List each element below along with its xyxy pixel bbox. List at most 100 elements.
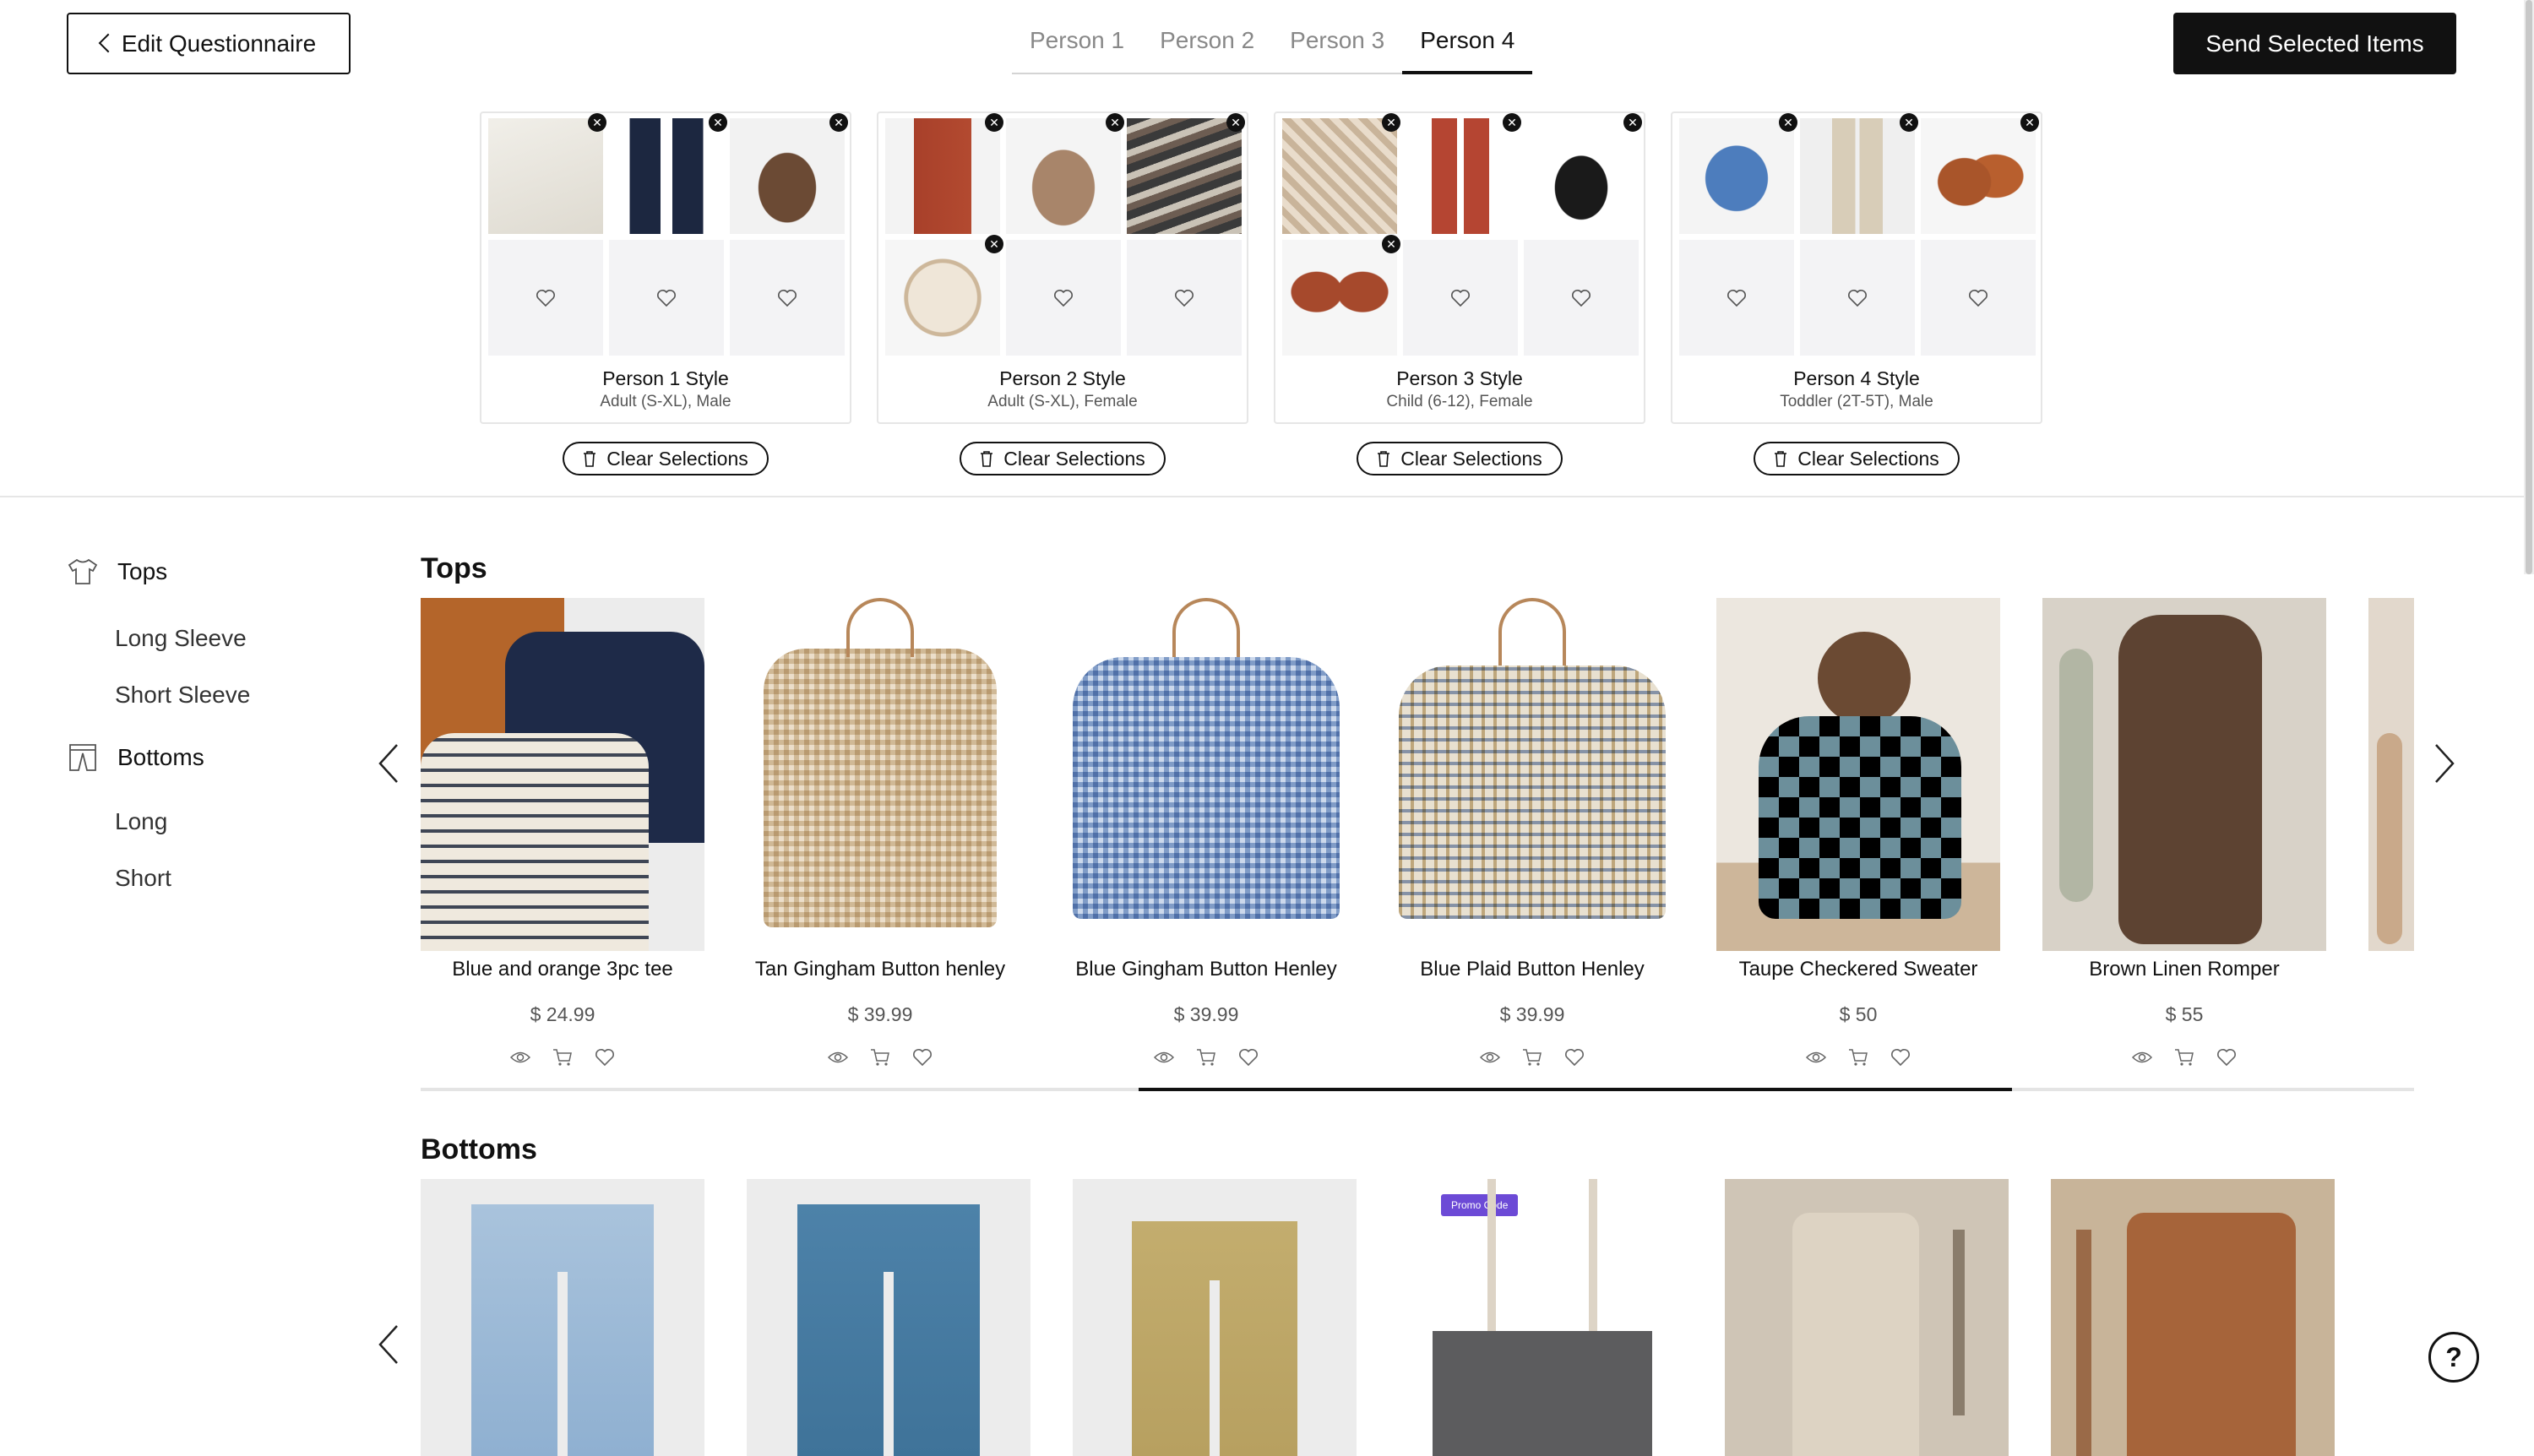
clear-selections-button-person-2[interactable]: Clear Selections [960, 442, 1166, 475]
heart-icon[interactable] [2216, 1048, 2237, 1067]
remove-item-icon[interactable]: ✕ [2020, 113, 2039, 132]
product-image[interactable] [738, 598, 1022, 951]
empty-item-slot[interactable] [730, 240, 845, 356]
clear-selections-button-person-4[interactable]: Clear Selections [1754, 442, 1960, 475]
tab-person-4[interactable]: Person 4 [1402, 12, 1533, 74]
selected-item-slot[interactable]: ✕ [1679, 113, 1797, 234]
send-selected-items-button[interactable]: Send Selected Items [2173, 13, 2456, 74]
selected-item-slot[interactable]: ✕ [730, 113, 848, 234]
page-scrollbar[interactable] [2524, 0, 2534, 574]
heart-icon[interactable] [912, 1048, 933, 1067]
sidebar-item-long-sleeve[interactable]: Long Sleeve [115, 625, 247, 652]
product-card[interactable]: Brown Linen Romper $ 55 [2042, 598, 2326, 1067]
remove-item-icon[interactable]: ✕ [985, 235, 1003, 253]
empty-item-slot[interactable] [1403, 240, 1518, 356]
empty-item-slot[interactable] [488, 240, 603, 356]
empty-item-slot[interactable] [1679, 240, 1794, 356]
eye-icon[interactable] [1806, 1048, 1826, 1067]
empty-item-slot[interactable] [609, 240, 724, 356]
carousel-prev-arrow-icon[interactable] [378, 743, 399, 784]
empty-item-slot[interactable] [1800, 240, 1915, 356]
selected-item-slot[interactable]: ✕ [885, 235, 1003, 356]
cart-icon[interactable] [1522, 1048, 1542, 1067]
product-card[interactable]: Taupe Checkered Sweater $ 50 [1716, 598, 2000, 1067]
remove-item-icon[interactable]: ✕ [1900, 113, 1918, 132]
help-icon: ? [2445, 1341, 2462, 1372]
empty-item-slot[interactable] [1921, 240, 2036, 356]
sidebar-item-short-sleeve[interactable]: Short Sleeve [115, 682, 250, 709]
remove-item-icon[interactable]: ✕ [985, 113, 1003, 132]
product-image[interactable] [2368, 598, 2414, 951]
remove-item-icon[interactable]: ✕ [588, 113, 606, 132]
product-image[interactable] [1073, 1179, 1357, 1456]
selected-item-slot[interactable]: ✕ [488, 113, 606, 234]
eye-icon[interactable] [510, 1048, 530, 1067]
eye-icon[interactable] [828, 1048, 848, 1067]
selected-item-slot[interactable]: ✕ [1800, 113, 1918, 234]
clear-selections-button-person-1[interactable]: Clear Selections [563, 442, 769, 475]
product-card[interactable]: Blue and orange 3pc tee $ 24.99 [421, 598, 704, 1067]
remove-item-icon[interactable]: ✕ [1382, 113, 1400, 132]
scrollbar-thumb[interactable] [2526, 0, 2532, 574]
cart-icon[interactable] [1848, 1048, 1868, 1067]
help-button[interactable]: ? [2428, 1332, 2479, 1383]
remove-item-icon[interactable]: ✕ [1623, 113, 1642, 132]
eye-icon[interactable] [2132, 1048, 2152, 1067]
product-image[interactable] [747, 1179, 1030, 1456]
product-image[interactable] [1716, 598, 2000, 951]
selected-item-slot[interactable]: ✕ [1282, 113, 1400, 234]
remove-item-icon[interactable]: ✕ [1106, 113, 1124, 132]
remove-item-icon[interactable]: ✕ [1779, 113, 1797, 132]
heart-icon[interactable] [1238, 1048, 1259, 1067]
selected-item-slot[interactable]: ✕ [1282, 235, 1400, 356]
clear-selections-button-person-3[interactable]: Clear Selections [1357, 442, 1563, 475]
empty-item-slot[interactable] [1524, 240, 1639, 356]
product-image[interactable] [1725, 1179, 2009, 1456]
sidebar-item-long[interactable]: Long [115, 808, 167, 835]
carousel-next-arrow-icon[interactable] [2434, 743, 2455, 784]
product-image[interactable]: Promo Code [1399, 1179, 1683, 1456]
sidebar-item-short[interactable]: Short [115, 865, 171, 892]
remove-item-icon[interactable]: ✕ [709, 113, 727, 132]
product-image[interactable] [421, 1179, 704, 1456]
eye-icon[interactable] [1480, 1048, 1500, 1067]
product-image[interactable] [1064, 598, 1348, 951]
heart-icon[interactable] [1890, 1048, 1911, 1067]
selected-item-slot[interactable]: ✕ [1921, 113, 2039, 234]
eye-icon[interactable] [1154, 1048, 1174, 1067]
product-image[interactable] [1390, 598, 1674, 951]
cart-icon[interactable] [870, 1048, 890, 1067]
carousel-scroll-thumb[interactable] [1139, 1088, 2012, 1091]
cart-icon[interactable] [552, 1048, 573, 1067]
edit-questionnaire-button[interactable]: Edit Questionnaire [67, 13, 351, 74]
selected-item-slot[interactable]: ✕ [1127, 113, 1245, 234]
carousel-prev-arrow-icon[interactable] [378, 1324, 399, 1365]
selected-item-slot[interactable]: ✕ [885, 113, 1003, 234]
product-card[interactable]: Blue Gingham Button Henley $ 39.99 [1064, 598, 1348, 1067]
remove-item-icon[interactable]: ✕ [1382, 235, 1400, 253]
selected-item-slot[interactable]: ✕ [609, 113, 727, 234]
tab-person-1[interactable]: Person 1 [1012, 12, 1143, 74]
product-card[interactable]: Tan Gingham Button henley $ 39.99 [738, 598, 1022, 1067]
tab-person-2[interactable]: Person 2 [1142, 12, 1273, 74]
selected-item-slot[interactable]: ✕ [1524, 113, 1642, 234]
empty-item-slot[interactable] [1127, 240, 1242, 356]
empty-item-slot[interactable] [1006, 240, 1121, 356]
tab-person-3[interactable]: Person 3 [1272, 12, 1403, 74]
cart-icon[interactable] [2174, 1048, 2194, 1067]
selected-item-slot[interactable]: ✕ [1403, 113, 1521, 234]
product-image[interactable] [2051, 1179, 2335, 1456]
cart-icon[interactable] [1196, 1048, 1216, 1067]
selected-item-slot[interactable]: ✕ [1006, 113, 1124, 234]
product-image[interactable] [2042, 598, 2326, 951]
heart-icon[interactable] [595, 1048, 615, 1067]
remove-item-icon[interactable]: ✕ [1503, 113, 1521, 132]
sidebar-category-tops[interactable]: Tops [67, 557, 167, 586]
product-card[interactable]: Blue Plaid Button Henley $ 39.99 [1390, 598, 1674, 1067]
carousel-scroll-track[interactable] [421, 1088, 2414, 1091]
product-image[interactable] [421, 598, 704, 951]
remove-item-icon[interactable]: ✕ [829, 113, 848, 132]
sidebar-category-bottoms[interactable]: Bottoms [67, 743, 204, 772]
heart-icon[interactable] [1564, 1048, 1585, 1067]
remove-item-icon[interactable]: ✕ [1226, 113, 1245, 132]
